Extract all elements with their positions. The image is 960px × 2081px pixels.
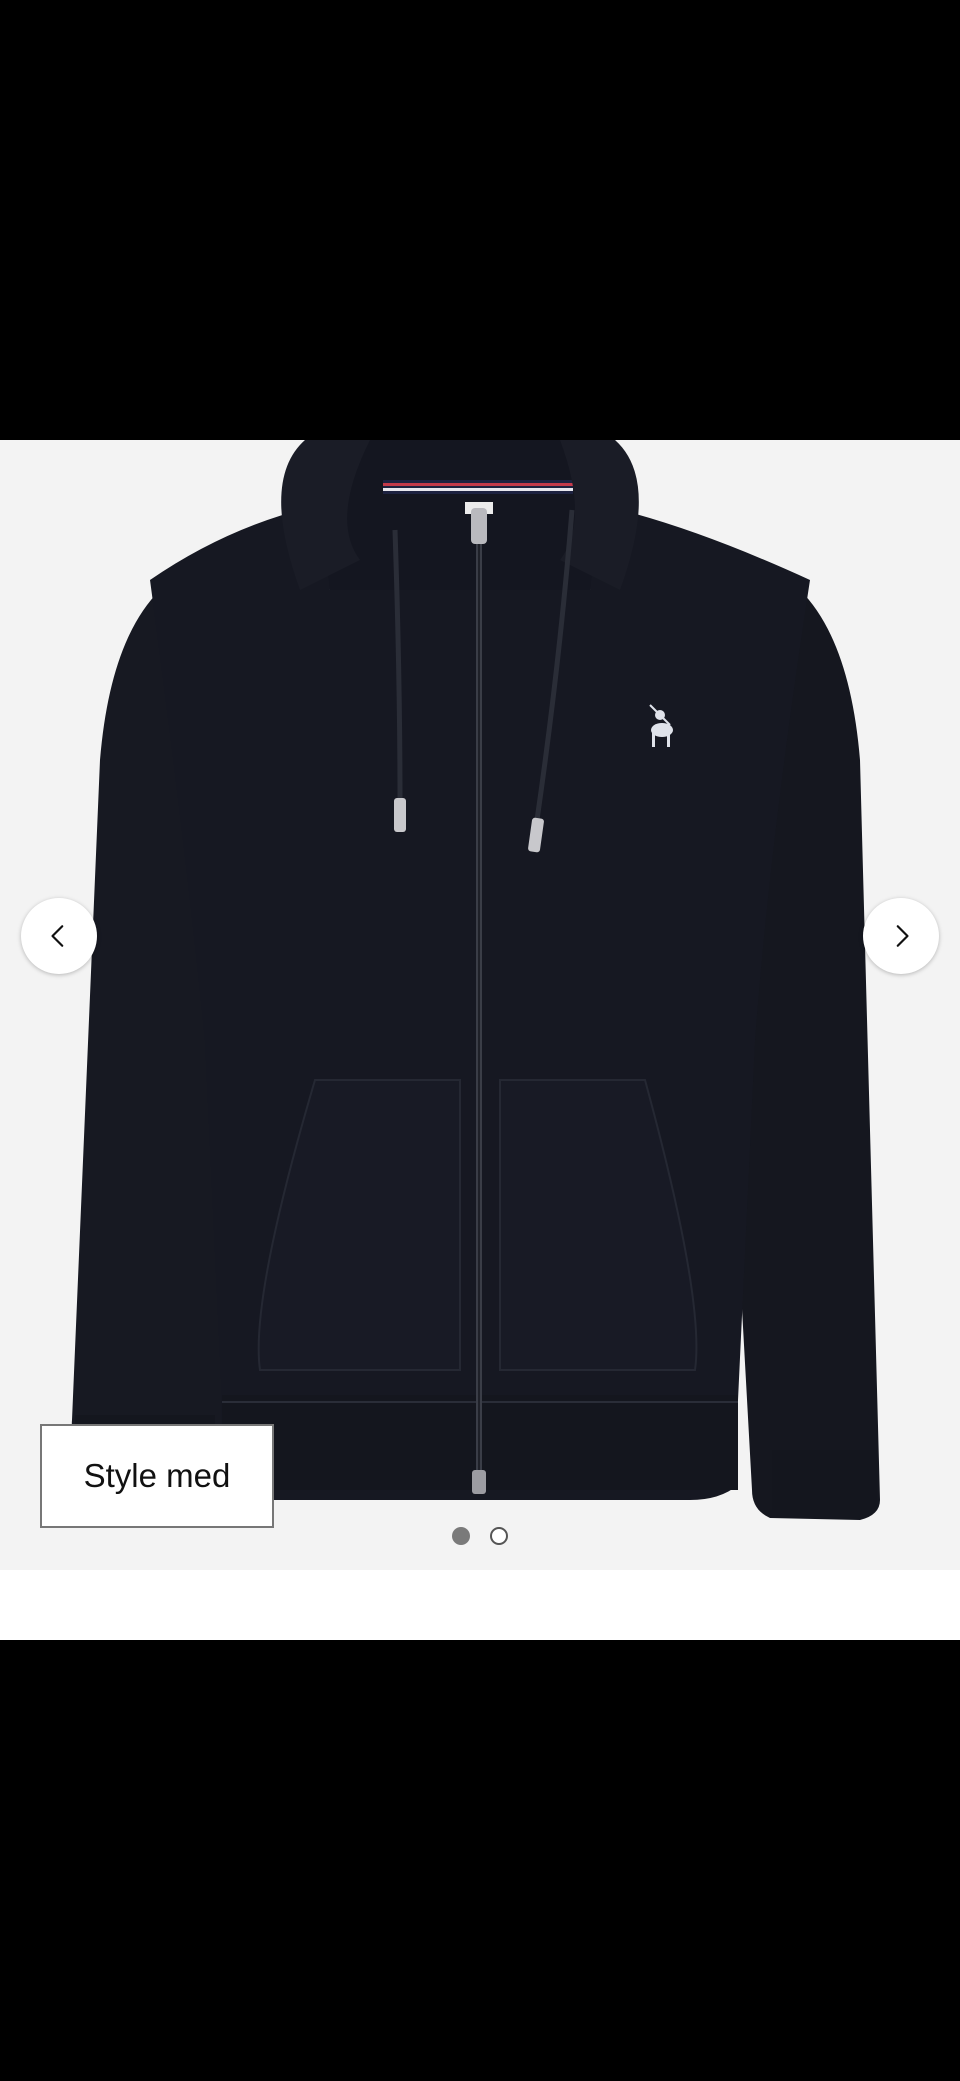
- product-image: [71, 440, 880, 1520]
- carousel-pagination: [0, 1527, 960, 1549]
- chevron-left-icon: [51, 925, 64, 947]
- top-black-region: [0, 0, 960, 440]
- bottom-black-region: [0, 1640, 960, 2081]
- carousel-dot-1[interactable]: [452, 1527, 470, 1545]
- carousel-dot-2[interactable]: [490, 1527, 508, 1545]
- style-with-button[interactable]: Style med: [40, 1424, 274, 1528]
- previous-image-button[interactable]: [21, 898, 97, 974]
- product-image-gallery[interactable]: Style med: [0, 440, 960, 1570]
- white-spacer: [0, 1570, 960, 1640]
- next-image-button[interactable]: [863, 898, 939, 974]
- chevron-right-icon: [896, 925, 909, 947]
- style-with-label: Style med: [83, 1457, 231, 1494]
